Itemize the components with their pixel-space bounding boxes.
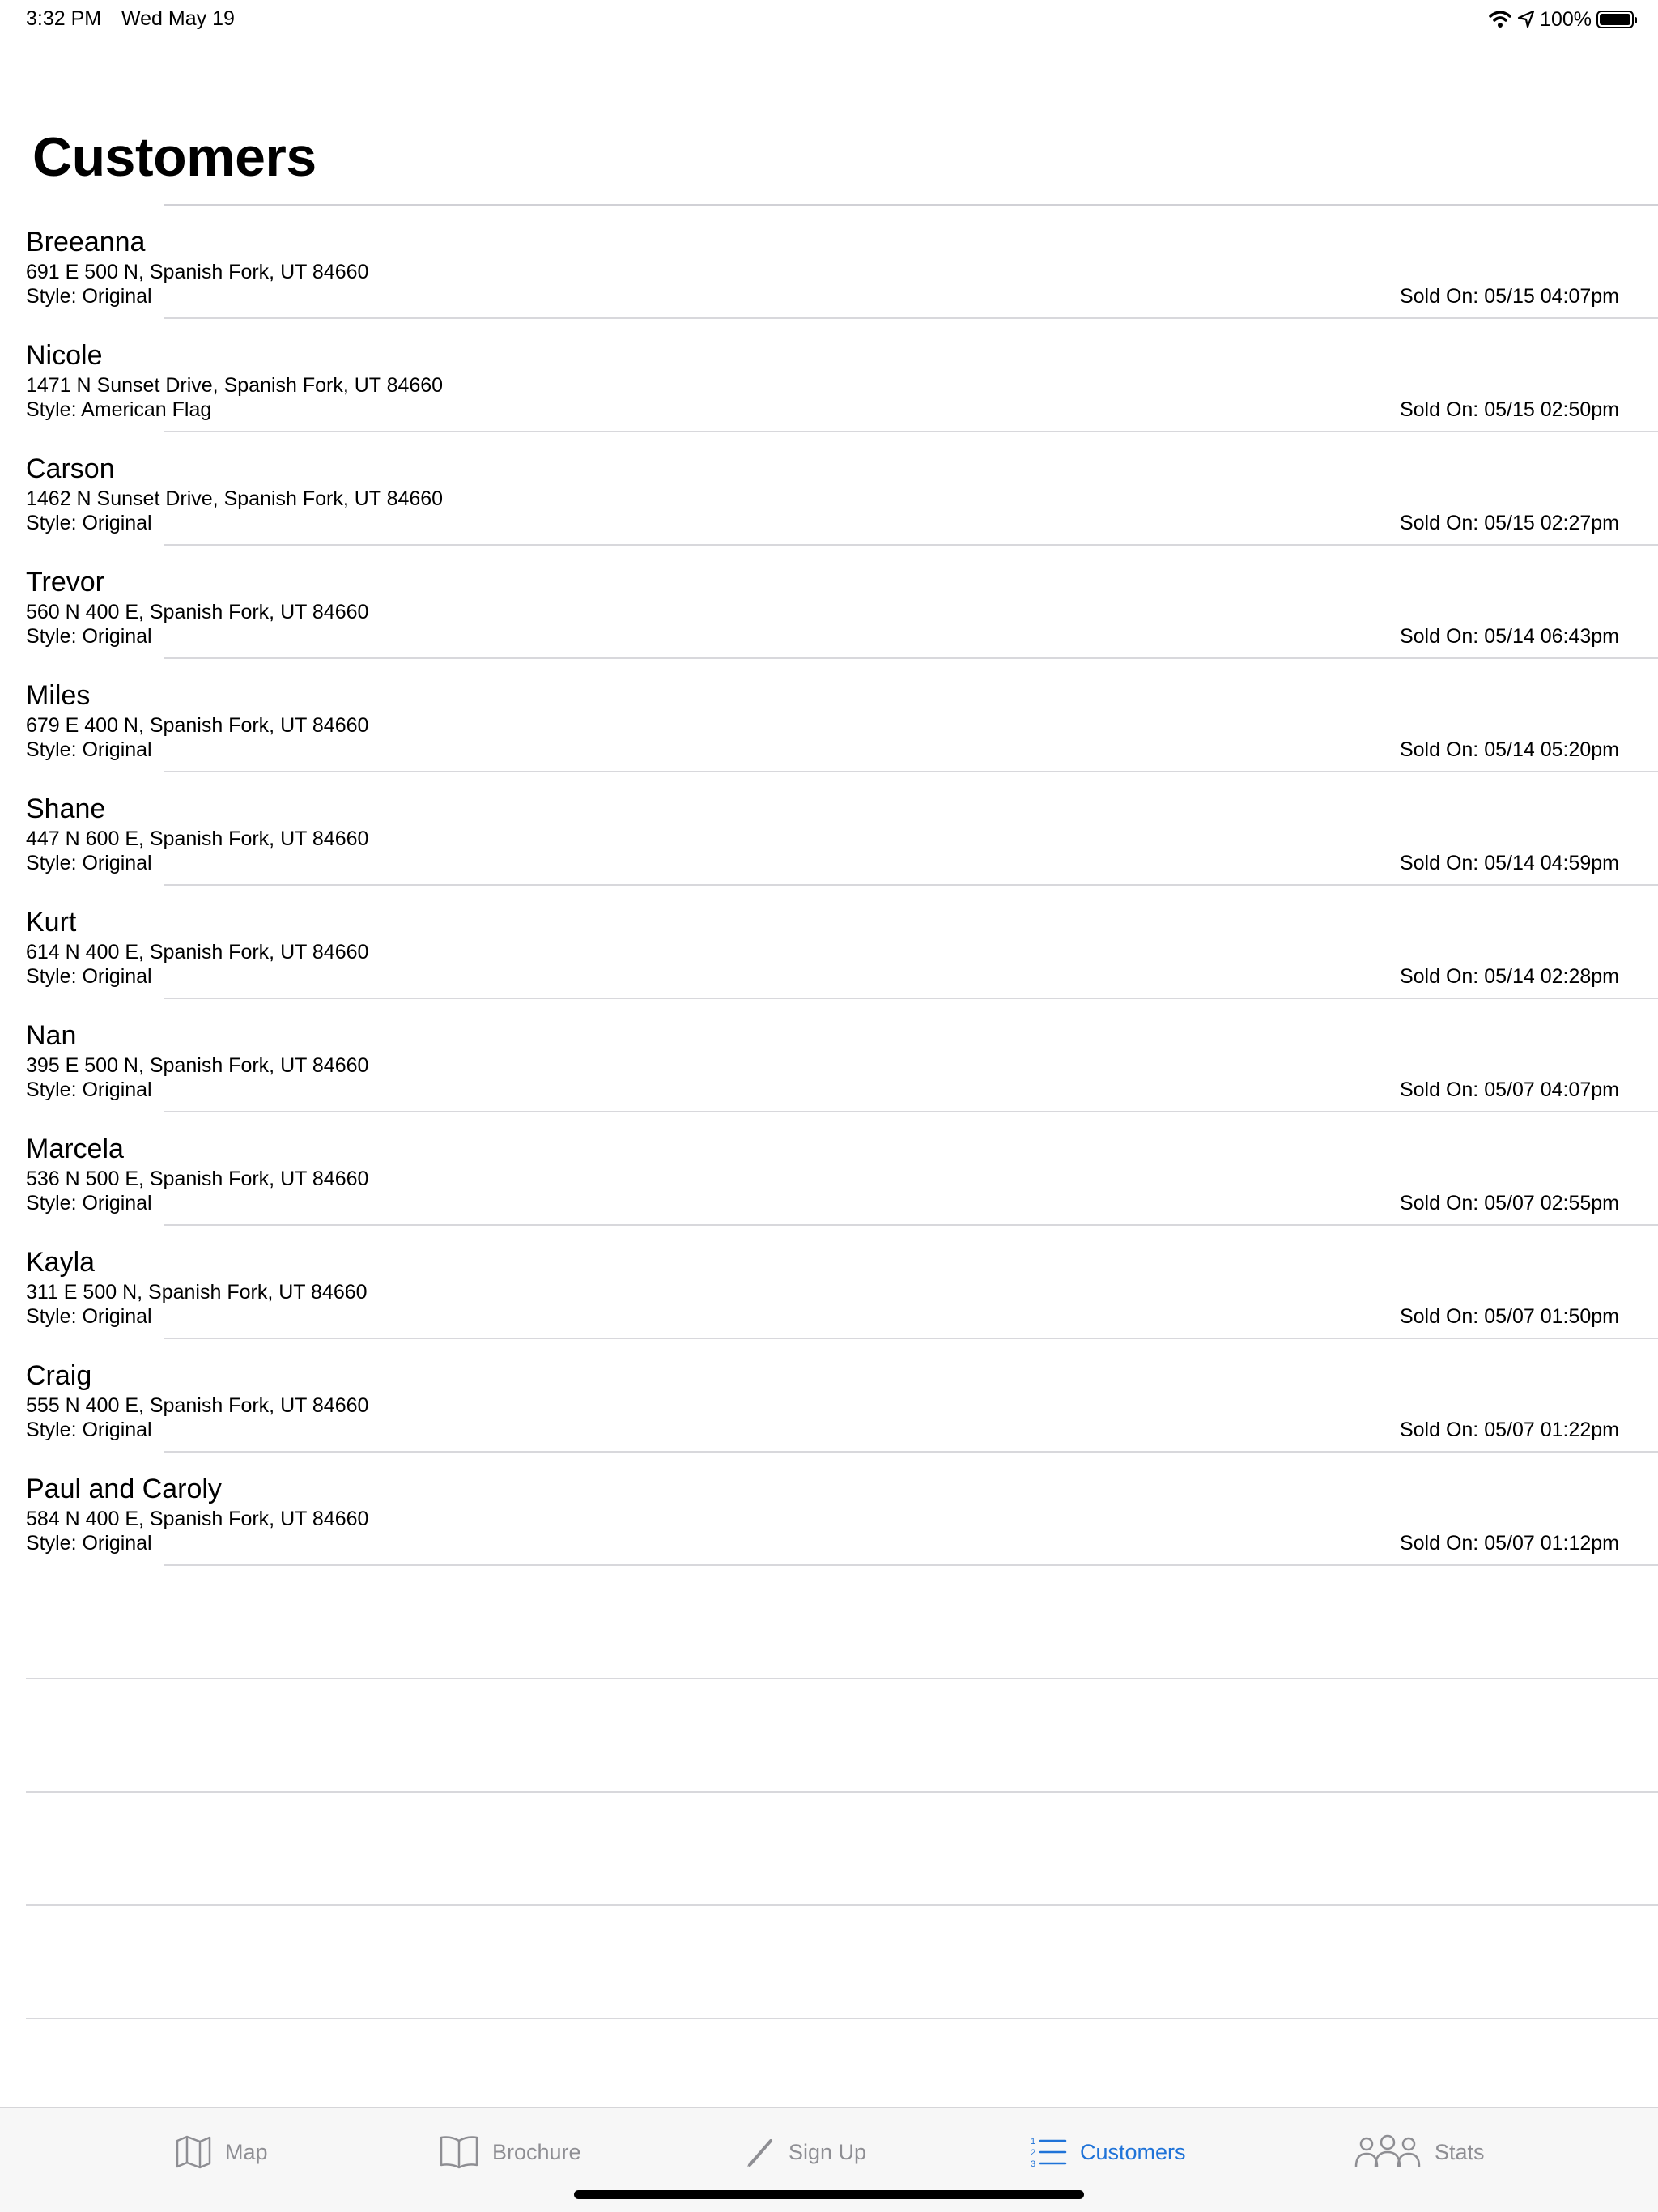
customer-address: 691 E 500 N, Spanish Fork, UT 84660 xyxy=(26,261,369,283)
customer-sold-date: Sold On: 05/07 04:07pm xyxy=(1399,1078,1619,1101)
customer-address: 1471 N Sunset Drive, Spanish Fork, UT 84… xyxy=(26,374,444,397)
customer-address: 1462 N Sunset Drive, Spanish Fork, UT 84… xyxy=(26,487,444,510)
customer-row[interactable]: Trevor 560 N 400 E, Spanish Fork, UT 846… xyxy=(0,546,1658,659)
customer-name: Shane xyxy=(26,793,106,824)
customer-name: Kayla xyxy=(26,1247,96,1278)
empty-row xyxy=(0,1566,1658,1679)
customer-row[interactable]: Carson 1462 N Sunset Drive, Spanish Fork… xyxy=(0,432,1658,546)
people-icon xyxy=(1354,2134,1421,2167)
status-right: 100% xyxy=(1488,6,1637,32)
empty-row xyxy=(0,1906,1658,2019)
status-bar: 3:32 PM Wed May 19 100% xyxy=(0,0,1658,39)
tab-label: Map xyxy=(225,2139,268,2164)
home-indicator[interactable] xyxy=(574,2190,1084,2199)
customer-name: Carson xyxy=(26,453,115,484)
customer-address: 311 E 500 N, Spanish Fork, UT 84660 xyxy=(26,1281,368,1304)
customer-row[interactable]: Miles 679 E 400 N, Spanish Fork, UT 8466… xyxy=(0,659,1658,772)
tab-label: Customers xyxy=(1080,2139,1186,2164)
empty-row xyxy=(0,1793,1658,1906)
customer-list: Breeanna 691 E 500 N, Spanish Fork, UT 8… xyxy=(0,206,1658,2019)
customer-row[interactable]: Nicole 1471 N Sunset Drive, Spanish Fork… xyxy=(0,319,1658,432)
customer-address: 447 N 600 E, Spanish Fork, UT 84660 xyxy=(26,827,369,850)
tab-brochure[interactable]: Brochure xyxy=(439,2129,581,2175)
customer-name: Breeanna xyxy=(26,227,146,257)
customer-style: Style: Original xyxy=(26,1078,152,1101)
empty-row xyxy=(0,1679,1658,1793)
customer-style: Style: Original xyxy=(26,1532,152,1555)
customer-style: Style: Original xyxy=(26,1192,152,1214)
customer-address: 679 E 400 N, Spanish Fork, UT 84660 xyxy=(26,714,369,737)
customer-name: Craig xyxy=(26,1360,92,1391)
svg-text:3: 3 xyxy=(1031,2159,1035,2169)
customer-address: 536 N 500 E, Spanish Fork, UT 84660 xyxy=(26,1168,369,1190)
customer-address: 555 N 400 E, Spanish Fork, UT 84660 xyxy=(26,1394,369,1417)
battery-percent: 100% xyxy=(1540,7,1592,31)
tab-label: Brochure xyxy=(492,2139,581,2164)
screen: 3:32 PM Wed May 19 100% Customers Breean… xyxy=(0,0,1658,2212)
tab-sign-up[interactable]: Sign Up xyxy=(745,2129,866,2175)
customer-row[interactable]: Breeanna 691 E 500 N, Spanish Fork, UT 8… xyxy=(0,206,1658,319)
numbered-list-icon: 1 2 3 xyxy=(1031,2137,1067,2169)
customer-row[interactable]: Kayla 311 E 500 N, Spanish Fork, UT 8466… xyxy=(0,1226,1658,1339)
customer-sold-date: Sold On: 05/07 02:55pm xyxy=(1399,1192,1619,1214)
pencil-icon xyxy=(747,2139,772,2167)
customer-row[interactable]: Paul and Caroly 584 N 400 E, Spanish For… xyxy=(0,1453,1658,1566)
location-arrow-icon xyxy=(1517,10,1535,28)
customer-style: Style: Original xyxy=(26,1419,152,1441)
customer-style: Style: Original xyxy=(26,738,152,761)
tab-stats[interactable]: Stats xyxy=(1354,2129,1485,2175)
row-divider xyxy=(26,2018,1658,2019)
customer-style: Style: Original xyxy=(26,285,152,308)
svg-text:1: 1 xyxy=(1031,2137,1035,2146)
tab-label: Stats xyxy=(1435,2139,1485,2164)
battery-icon xyxy=(1596,11,1637,28)
svg-text:2: 2 xyxy=(1031,2148,1035,2158)
customer-sold-date: Sold On: 05/07 01:22pm xyxy=(1399,1419,1619,1441)
customer-style: Style: Original xyxy=(26,1305,152,1328)
customer-address: 584 N 400 E, Spanish Fork, UT 84660 xyxy=(26,1508,369,1530)
customer-address: 614 N 400 E, Spanish Fork, UT 84660 xyxy=(26,941,369,963)
customer-style: Style: American Flag xyxy=(26,398,212,421)
map-icon xyxy=(176,2135,211,2169)
customer-sold-date: Sold On: 05/14 05:20pm xyxy=(1399,738,1619,761)
page-title: Customers xyxy=(32,126,317,188)
customer-row[interactable]: Marcela 536 N 500 E, Spanish Fork, UT 84… xyxy=(0,1112,1658,1226)
customer-name: Nicole xyxy=(26,340,103,371)
status-date: Wed May 19 xyxy=(121,7,235,30)
customer-sold-date: Sold On: 05/07 01:12pm xyxy=(1399,1532,1619,1555)
customer-row[interactable]: Shane 447 N 600 E, Spanish Fork, UT 8466… xyxy=(0,772,1658,886)
customer-sold-date: Sold On: 05/14 02:28pm xyxy=(1399,965,1619,988)
customer-name: Miles xyxy=(26,680,91,711)
status-time: 3:32 PM xyxy=(26,7,102,30)
customer-name: Trevor xyxy=(26,567,104,598)
customer-style: Style: Original xyxy=(26,965,152,988)
customer-name: Kurt xyxy=(26,907,77,938)
customer-name: Nan xyxy=(26,1020,77,1051)
wifi-icon xyxy=(1489,11,1511,28)
customer-sold-date: Sold On: 05/14 06:43pm xyxy=(1399,625,1619,648)
tab-map[interactable]: Map xyxy=(175,2129,268,2175)
customer-row[interactable]: Nan 395 E 500 N, Spanish Fork, UT 84660 … xyxy=(0,999,1658,1112)
tab-customers[interactable]: 1 2 3 Customers xyxy=(1030,2129,1186,2175)
customer-style: Style: Original xyxy=(26,625,152,648)
customer-sold-date: Sold On: 05/15 02:50pm xyxy=(1399,398,1619,421)
tab-label: Sign Up xyxy=(789,2139,867,2164)
customer-style: Style: Original xyxy=(26,852,152,874)
customer-address: 395 E 500 N, Spanish Fork, UT 84660 xyxy=(26,1054,369,1077)
customer-style: Style: Original xyxy=(26,512,152,534)
customer-sold-date: Sold On: 05/07 01:50pm xyxy=(1399,1305,1619,1328)
customer-sold-date: Sold On: 05/15 04:07pm xyxy=(1399,285,1619,308)
customer-sold-date: Sold On: 05/14 04:59pm xyxy=(1399,852,1619,874)
customer-row[interactable]: Craig 555 N 400 E, Spanish Fork, UT 8466… xyxy=(0,1339,1658,1453)
book-icon xyxy=(440,2136,478,2169)
customer-name: Paul and Caroly xyxy=(26,1474,222,1504)
customer-row[interactable]: Kurt 614 N 400 E, Spanish Fork, UT 84660… xyxy=(0,886,1658,999)
customer-name: Marcela xyxy=(26,1134,124,1164)
customer-sold-date: Sold On: 05/15 02:27pm xyxy=(1399,512,1619,534)
customer-address: 560 N 400 E, Spanish Fork, UT 84660 xyxy=(26,601,369,623)
